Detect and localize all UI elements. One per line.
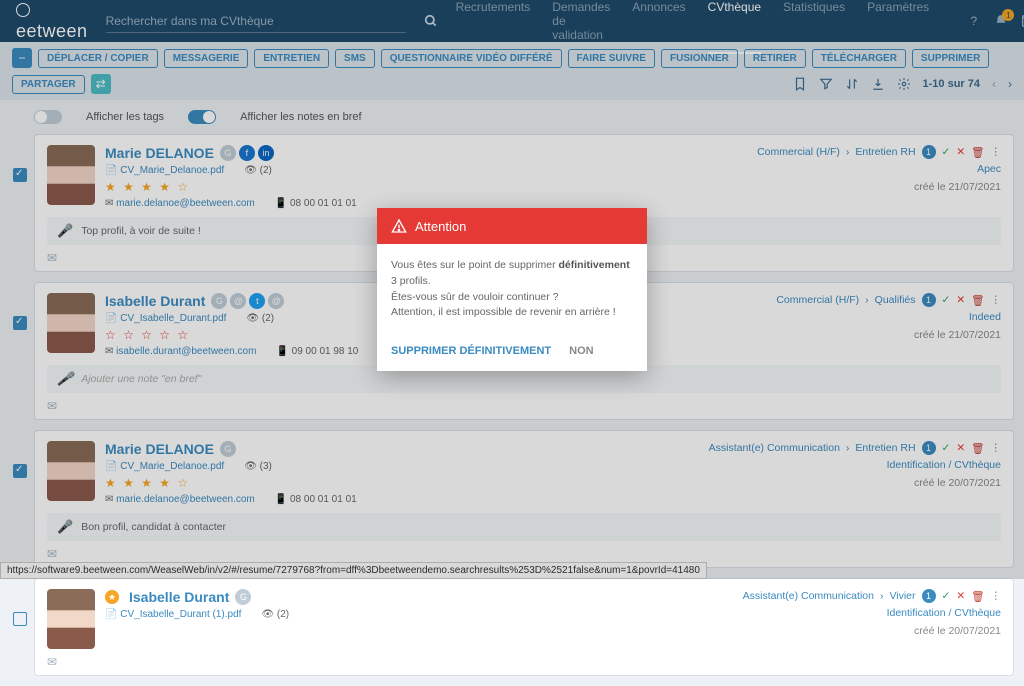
candidate-card: ★ Isabelle Durant G 📄 CV_Isabelle_Durant… [34,578,1014,676]
cv-file[interactable]: 📄 CV_Isabelle_Durant (1).pdf [105,609,241,620]
row-checkbox[interactable] [13,612,27,626]
stage-name[interactable]: Vivier [889,590,915,602]
modal-cancel-button[interactable]: NON [569,345,593,357]
stage-count: 1 [922,589,936,603]
prime-badge: ★ [105,590,119,604]
views-count: 👁 (2) [261,609,289,620]
delete-icon[interactable]: 🗑 [971,590,984,603]
created-date: créé le 20/07/2021 [743,625,1001,637]
candidate-photo[interactable] [47,589,95,649]
candidate-name[interactable]: Isabelle Durant [129,589,229,605]
message-icon[interactable]: ✉ [47,655,1001,669]
confirm-modal: Attention Vous êtes sur le point de supp… [377,208,647,371]
ident-label: Identification / CVthèque [743,607,1001,619]
modal-confirm-button[interactable]: SUPPRIMER DÉFINITIVEMENT [391,345,551,357]
google-icon[interactable]: G [235,589,251,605]
modal-header: Attention [377,208,647,244]
pipeline-name[interactable]: Assistant(e) Communication [743,590,874,602]
approve-icon[interactable]: ✓ [942,590,951,602]
modal-title: Attention [415,219,466,234]
modal-body: Vous êtes sur le point de supprimer défi… [377,244,647,335]
modal-overlay: Attention Vous êtes sur le point de supp… [0,0,1024,579]
reject-icon[interactable]: ✕ [956,590,965,602]
warning-icon [391,218,407,234]
more-icon[interactable]: ⋮ [991,590,1002,602]
